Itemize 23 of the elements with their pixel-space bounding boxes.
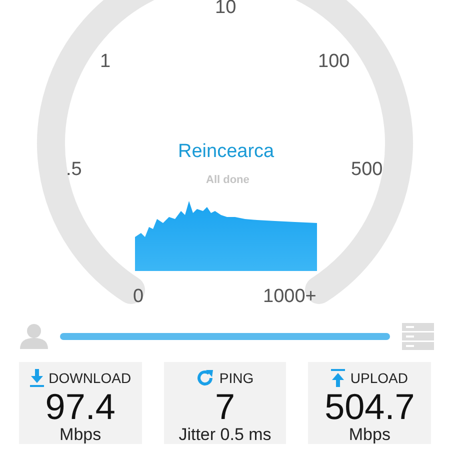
retry-link[interactable]: Reincearca xyxy=(178,141,274,163)
result-value: 97.4 xyxy=(45,389,116,425)
status-text: All done xyxy=(206,173,250,187)
user-icon xyxy=(20,323,48,349)
server-icon xyxy=(402,322,434,350)
result-unit: Mbps xyxy=(348,425,390,444)
result-value: 7 xyxy=(214,389,236,425)
scale-label: 1 xyxy=(100,52,111,72)
scale-label: 10 xyxy=(215,0,236,18)
result-label: PING xyxy=(219,370,254,386)
upload-icon xyxy=(331,369,346,387)
scale-label: 1000+ xyxy=(263,287,316,307)
scale-label: 500 xyxy=(351,160,383,180)
download-icon xyxy=(30,369,44,387)
result-unit: Jitter 0.5 ms xyxy=(178,425,272,444)
scale-label: .5 xyxy=(66,160,82,180)
scale-label: 0 xyxy=(133,287,144,307)
result-unit: Mbps xyxy=(60,425,102,444)
result-label: UPLOAD xyxy=(350,370,408,386)
result-label: DOWNLOAD xyxy=(48,370,132,386)
refresh-icon xyxy=(196,369,214,387)
scale-label: 100 xyxy=(318,52,350,72)
result-value: 504.7 xyxy=(324,389,415,425)
